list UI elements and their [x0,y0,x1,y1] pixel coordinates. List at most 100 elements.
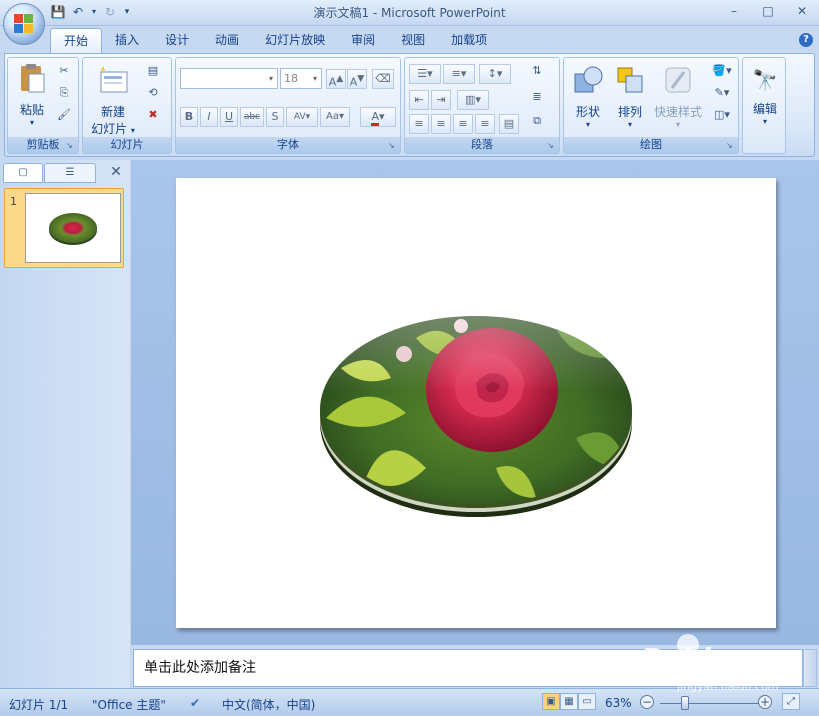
minimize-button[interactable]: – [717,0,751,22]
bold-icon[interactable]: B [180,107,198,127]
slides-group-label: 幻灯片 [83,137,171,153]
text-direction-icon[interactable]: ⇅ [527,62,547,80]
align-center-icon[interactable]: ≡ [431,114,451,134]
strikethrough-icon[interactable]: abc [240,107,264,127]
zoom-slider-track[interactable] [660,703,760,704]
outline-tab[interactable]: ☰ [44,163,96,183]
shape-fill-icon[interactable]: 🪣▾ [708,62,736,80]
close-button[interactable]: ✕ [785,0,819,22]
font-name-combo[interactable]: ▾ [180,68,278,89]
tab-slideshow[interactable]: 幻灯片放映 [252,28,338,54]
bullets-icon[interactable]: ☰▾ [409,64,441,84]
tab-design[interactable]: 设计 [152,28,202,54]
ribbon-tabs: 开始 插入 设计 动画 幻灯片放映 审阅 视图 加载项 [50,28,500,54]
tab-home[interactable]: 开始 [50,28,103,54]
theme-name[interactable]: "Office 主题" [92,696,166,713]
shape-outline-icon[interactable]: ✎▾ [708,84,736,102]
tab-view[interactable]: 视图 [388,28,438,54]
paste-button[interactable]: 粘贴 ▾ [12,62,52,127]
underline-icon[interactable]: U [220,107,238,127]
watermark-subtitle: 经验 [729,654,774,679]
line-spacing-icon[interactable]: ↕▾ [479,64,511,84]
new-slide-label-1: 新建 [100,105,125,119]
notes-scrollbar[interactable] [803,649,817,687]
slides-group: 新建 幻灯片 ▾ ▤ ⟲ ✖ 幻灯片 [82,57,172,154]
decrease-indent-icon[interactable]: ⇤ [409,90,429,110]
new-slide-button[interactable]: 新建 幻灯片 ▾ [85,64,141,137]
align-right-icon[interactable]: ≡ [453,114,473,134]
title-bar: 💾 ↶ ▾ ↻ ▾ 演示文稿1 - Microsoft PowerPoint –… [0,0,819,26]
language[interactable]: 中文(简体，中国) [222,696,315,713]
shape-effects-icon[interactable]: ◫▾ [708,106,736,124]
arrange-label: 排列 [617,105,642,119]
increase-indent-icon[interactable]: ⇥ [431,90,451,110]
clipboard-group: 粘贴 ▾ ✂ ⎘ 🖌 剪贴板 ↘ [7,57,79,154]
slide-thumbnail-1[interactable]: 1 [4,188,124,268]
shrink-font-icon[interactable]: A▼ [347,69,367,89]
paragraph-dialog-launcher-icon[interactable]: ↘ [547,141,557,151]
arrange-button[interactable]: 排列 ▾ [610,64,650,129]
numbering-icon[interactable]: ≡▾ [443,64,475,84]
spelling-check-icon[interactable]: ✔ [190,696,200,710]
align-text-icon[interactable]: ≣ [527,88,547,106]
shapes-label: 形状 [575,105,600,119]
drawing-dialog-launcher-icon[interactable]: ↘ [726,141,736,151]
reset-slide-icon[interactable]: ⟲ [143,84,163,102]
character-spacing-icon[interactable]: AV▾ [286,107,318,127]
paste-icon [21,64,45,93]
slide-canvas[interactable] [176,178,776,628]
font-size-combo[interactable]: 18 ▾ [280,68,322,89]
slide-sorter-icon[interactable]: ▦ [560,693,578,710]
maximize-button[interactable]: □ [751,0,785,22]
copy-icon[interactable]: ⎘ [54,84,74,102]
font-color-icon[interactable]: A▾ [360,107,396,127]
help-icon[interactable]: ? [799,33,813,47]
slide-number: 1 [10,195,17,208]
baidu-watermark: Baidu 经验 jingyan.baidu.com [625,628,805,698]
quick-styles-button[interactable]: 快速样式 ▾ [652,64,704,129]
tab-insert[interactable]: 插入 [102,28,152,54]
tab-animations[interactable]: 动画 [202,28,252,54]
window-controls: – □ ✕ [717,0,819,22]
tab-addins[interactable]: 加载项 [438,28,500,54]
editing-group: 🔭 编辑 ▾ [742,57,786,154]
justify-icon[interactable]: ≡ [475,114,495,134]
office-button[interactable] [3,3,45,45]
zoom-level[interactable]: 63% [605,696,632,710]
italic-icon[interactable]: I [200,107,218,127]
outline-tab-icon: ☰ [65,167,75,178]
clear-formatting-icon[interactable]: ⌫ [372,69,394,89]
flower-picture[interactable] [176,178,776,628]
slideshow-view-icon[interactable]: ▭ [578,693,596,710]
distribute-icon[interactable]: ▤ [499,114,519,134]
binoculars-icon: 🔭 [752,68,778,92]
grow-font-icon[interactable]: A▲ [326,69,346,89]
columns-icon[interactable]: ▥▾ [457,90,489,110]
slides-tab[interactable]: ▢ [3,163,43,183]
format-painter-icon[interactable]: 🖌 [54,106,74,124]
close-pane-icon[interactable]: ✕ [108,164,124,180]
editing-button[interactable]: 🔭 编辑 ▾ [745,64,785,126]
tab-review[interactable]: 审阅 [338,28,388,54]
smartart-icon[interactable]: ⧉ [527,112,547,130]
font-group: ▾ 18 ▾ A▲ A▼ ⌫ B I U abc S AV▾ Aa▾ A▾ 字体 … [175,57,401,154]
zoom-slider-thumb[interactable] [681,696,689,710]
slides-tab-icon: ▢ [18,167,28,178]
font-dialog-launcher-icon[interactable]: ↘ [388,141,398,151]
align-left-icon[interactable]: ≡ [409,114,429,134]
quick-styles-icon [665,67,691,93]
thumbnail-flower-image [49,213,97,245]
shadow-icon[interactable]: S [266,107,284,127]
font-size-dropdown-icon: ▾ [312,74,317,83]
arrange-icon [617,67,643,93]
change-case-icon[interactable]: Aa▾ [320,107,350,127]
shapes-icon [574,66,603,93]
shapes-button[interactable]: 形状 ▾ [568,64,608,129]
normal-view-icon[interactable]: ▣ [542,693,560,710]
font-group-label: 字体 [176,137,400,153]
layout-icon[interactable]: ▤ [143,62,163,80]
delete-slide-icon[interactable]: ✖ [143,106,163,124]
watermark-url: jingyan.baidu.com [677,680,779,693]
clipboard-dialog-launcher-icon[interactable]: ↘ [66,141,76,151]
cut-icon[interactable]: ✂ [54,62,74,80]
